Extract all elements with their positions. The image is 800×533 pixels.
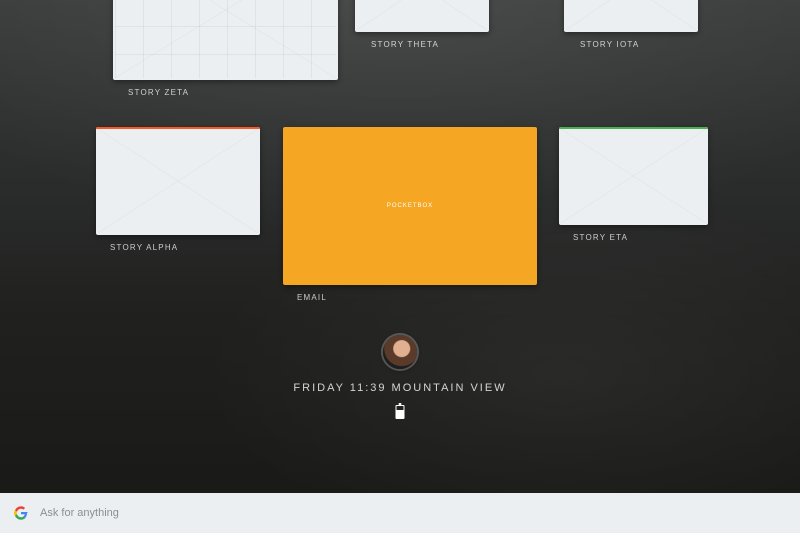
- card-story-zeta[interactable]: [113, 0, 338, 80]
- card-story-alpha[interactable]: [96, 127, 260, 235]
- search-bar[interactable]: [0, 493, 800, 533]
- card-email-center: POCKETBOX: [387, 203, 433, 209]
- card-label-email: EMAIL: [297, 293, 327, 302]
- card-label-iota: STORY IOTA: [580, 40, 639, 49]
- avatar[interactable]: [383, 335, 417, 369]
- status-line: FRIDAY 11:39 MOUNTAIN VIEW: [293, 382, 506, 394]
- card-story-iota[interactable]: [564, 0, 698, 32]
- card-label-zeta: STORY ZETA: [128, 88, 189, 97]
- card-label-alpha: STORY ALPHA: [110, 243, 178, 252]
- card-label-theta: STORY THETA: [371, 40, 439, 49]
- search-input[interactable]: [40, 507, 786, 519]
- battery-icon: [396, 405, 405, 419]
- card-story-theta[interactable]: [355, 0, 489, 32]
- card-story-eta[interactable]: [559, 127, 708, 225]
- card-label-eta: STORY ETA: [573, 233, 628, 242]
- card-email[interactable]: POCKETBOX: [283, 127, 537, 285]
- google-logo-icon: [14, 506, 28, 520]
